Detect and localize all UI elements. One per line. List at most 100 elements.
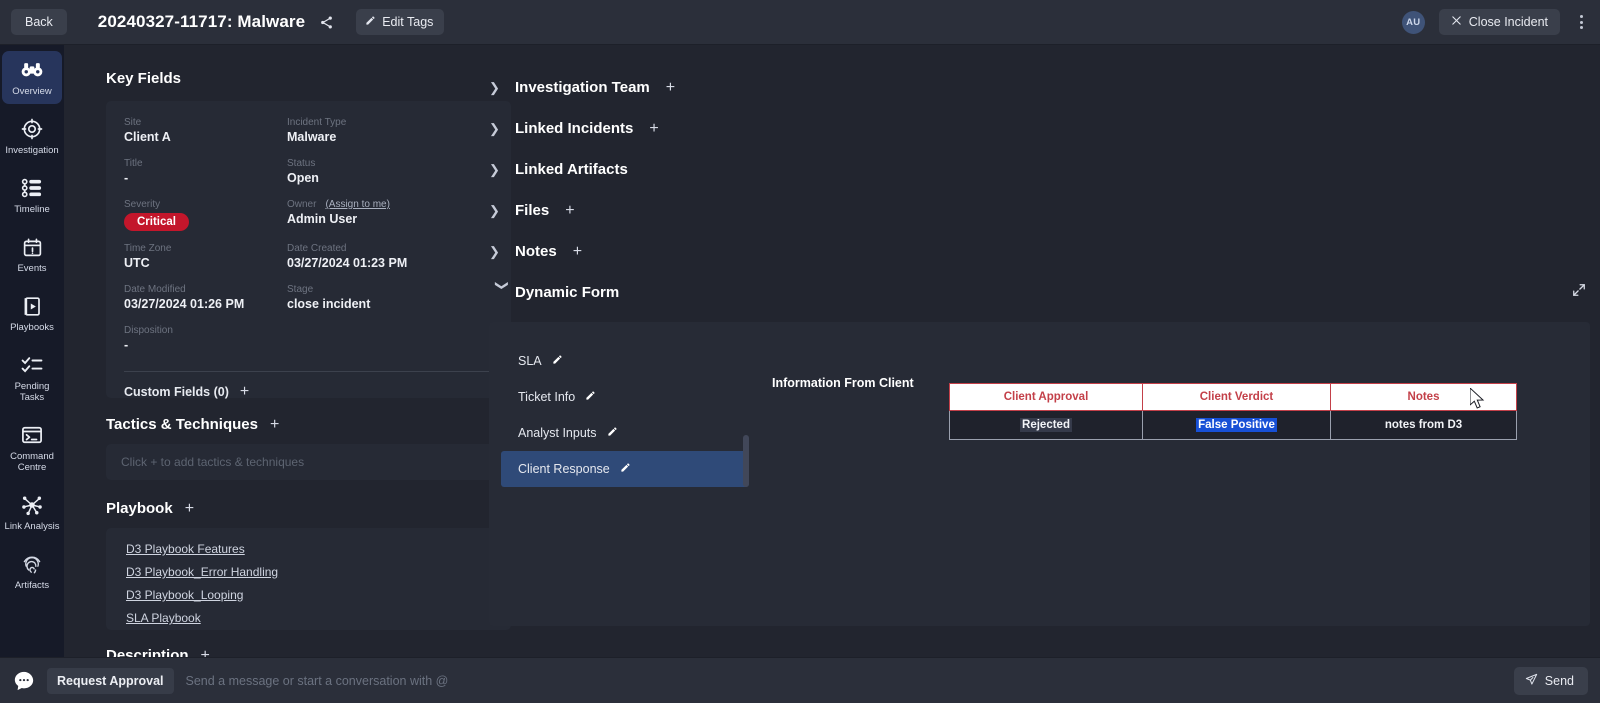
cell-client-approval[interactable]: Rejected <box>949 410 1143 440</box>
field-label: Severity <box>124 199 161 210</box>
field-value: Admin User <box>287 212 358 226</box>
sidebar-item-playbooks[interactable]: Playbooks <box>2 287 62 340</box>
playbook-link[interactable]: SLA Playbook <box>126 611 201 625</box>
accordion-files[interactable]: ❯ Files + <box>489 190 1600 231</box>
bottom-bar: Request Approval Send <box>0 657 1600 703</box>
field-label: Title <box>124 158 143 169</box>
send-paper-plane-icon <box>1525 673 1538 689</box>
field-value: Malware <box>287 130 337 144</box>
key-fields-label: Key Fields <box>106 70 182 87</box>
table-row[interactable]: Rejected False Positive notes from D3 <box>949 410 1517 440</box>
accordion-dynamic-form[interactable]: ❯ Dynamic Form <box>489 272 1600 313</box>
assign-to-me-link[interactable]: (Assign to me) <box>325 199 389 210</box>
pencil-icon[interactable] <box>585 390 596 404</box>
tactics-card[interactable]: Click + to add tactics & techniques <box>106 444 511 480</box>
accordion-linked-artifacts[interactable]: ❯ Linked Artifacts <box>489 149 1600 190</box>
field-site: Site Client A <box>124 117 287 158</box>
field-disposition: Disposition - <box>124 325 287 366</box>
chevron-right-icon: ❯ <box>489 161 500 177</box>
add-playbook-button[interactable]: + <box>185 500 194 516</box>
request-approval-button[interactable]: Request Approval <box>47 667 174 694</box>
sidebar-item-link-analysis[interactable]: Link Analysis <box>2 486 62 539</box>
playbook-link[interactable]: D3 Playbook_Looping <box>126 588 243 602</box>
add-note-button[interactable]: + <box>573 243 582 259</box>
field-value: UTC <box>124 256 150 270</box>
chat-bubble-icon[interactable] <box>13 670 35 692</box>
sidebar-item-artifacts[interactable]: Artifacts <box>2 545 62 598</box>
kebab-menu-icon[interactable] <box>1572 11 1590 33</box>
target-icon <box>21 118 43 140</box>
description-title: Description + <box>106 647 511 657</box>
sidebar-item-events[interactable]: Events <box>2 228 62 281</box>
close-incident-button[interactable]: Close Incident <box>1438 9 1560 35</box>
sidebar-item-label: Command Centre <box>10 451 54 473</box>
playbook-title: Playbook + <box>106 500 511 517</box>
add-tactic-button[interactable]: + <box>270 416 279 432</box>
back-button[interactable]: Back <box>11 9 67 35</box>
status-badge: Critical <box>124 213 189 231</box>
edit-tags-button[interactable]: Edit Tags <box>356 9 445 35</box>
tab-ticket-info[interactable]: Ticket Info <box>501 379 749 415</box>
cell-value: False Positive <box>1196 418 1277 432</box>
chevron-right-icon: ❯ <box>489 120 500 136</box>
field-empty-slot <box>287 325 493 366</box>
cell-client-verdict[interactable]: False Positive <box>1142 410 1331 440</box>
timeline-icon <box>21 177 43 199</box>
divider <box>124 371 493 372</box>
tab-label: SLA <box>518 354 542 368</box>
field-status: Status Open <box>287 158 493 199</box>
pencil-icon[interactable] <box>607 426 618 440</box>
network-graph-icon <box>21 494 43 516</box>
accordion-investigation-team[interactable]: ❯ Investigation Team + <box>489 67 1600 108</box>
top-bar: Back 20240327-11717: Malware Edit Tags A… <box>0 0 1600 45</box>
field-label: Site <box>124 117 142 128</box>
dynamic-form-panel: SLA Ticket Info Analyst Inputs Client Re… <box>489 322 1590 626</box>
avatar[interactable]: AU <box>1401 10 1425 34</box>
accordion-notes[interactable]: ❯ Notes + <box>489 231 1600 272</box>
field-label: Time Zone <box>124 243 172 254</box>
tab-sla[interactable]: SLA <box>501 343 749 379</box>
add-custom-field-button[interactable]: + <box>240 384 249 400</box>
sidebar-item-overview[interactable]: Overview <box>2 51 62 104</box>
sidebar-item-investigation[interactable]: Investigation <box>2 110 62 163</box>
chevron-down-icon: ❯ <box>495 279 510 291</box>
field-value: Client A <box>124 130 171 144</box>
field-label: Incident Type <box>287 117 347 128</box>
playbook-card: D3 Playbook Features D3 Playbook_Error H… <box>106 528 511 630</box>
terminal-icon <box>21 424 43 446</box>
accordion-linked-incidents[interactable]: ❯ Linked Incidents + <box>489 108 1600 149</box>
playbook-icon <box>21 295 43 317</box>
accordion-label: Investigation Team <box>515 79 650 96</box>
right-column: ❯ Investigation Team + ❯ Linked Incident… <box>489 45 1600 657</box>
add-linked-incident-button[interactable]: + <box>649 120 658 136</box>
tab-client-response[interactable]: Client Response <box>501 451 749 487</box>
chevron-right-icon: ❯ <box>489 243 500 259</box>
sidebar-item-timeline[interactable]: Timeline <box>2 169 62 222</box>
custom-fields-label: Custom Fields (0) <box>124 385 229 399</box>
playbook-link[interactable]: D3 Playbook Features <box>126 542 245 556</box>
sidebar-item-label: Pending Tasks <box>14 381 50 403</box>
sidebar-item-pending-tasks[interactable]: Pending Tasks <box>2 346 62 410</box>
add-investigation-team-member-button[interactable]: + <box>666 79 675 95</box>
add-file-button[interactable]: + <box>565 202 574 218</box>
send-button[interactable]: Send <box>1513 666 1588 695</box>
playbook-link[interactable]: D3 Playbook_Error Handling <box>126 565 278 579</box>
tab-list-scrollbar[interactable] <box>743 435 749 487</box>
pencil-icon[interactable] <box>620 462 631 476</box>
fingerprint-icon <box>21 553 43 575</box>
tactics-placeholder: Click + to add tactics & techniques <box>121 455 305 469</box>
share-icon[interactable] <box>318 14 334 30</box>
left-column: Key Fields Site Client A Incident Type M… <box>106 45 511 657</box>
tab-analyst-inputs[interactable]: Analyst Inputs <box>501 415 749 451</box>
message-input[interactable] <box>185 673 1514 688</box>
custom-fields-row: Custom Fields (0) + <box>124 384 493 400</box>
pencil-icon[interactable] <box>552 354 563 368</box>
sidebar-item-command-centre[interactable]: Command Centre <box>2 416 62 480</box>
expand-diagonal-icon[interactable] <box>1572 283 1586 302</box>
close-icon <box>1451 15 1462 29</box>
field-date-modified: Date Modified 03/27/2024 01:26 PM <box>124 284 287 325</box>
field-label: Date Created <box>287 243 347 254</box>
cell-notes[interactable]: notes from D3 <box>1330 410 1517 440</box>
sidebar-item-label: Investigation <box>5 145 59 156</box>
table-header-row: Client Approval Client Verdict Notes <box>949 383 1517 411</box>
